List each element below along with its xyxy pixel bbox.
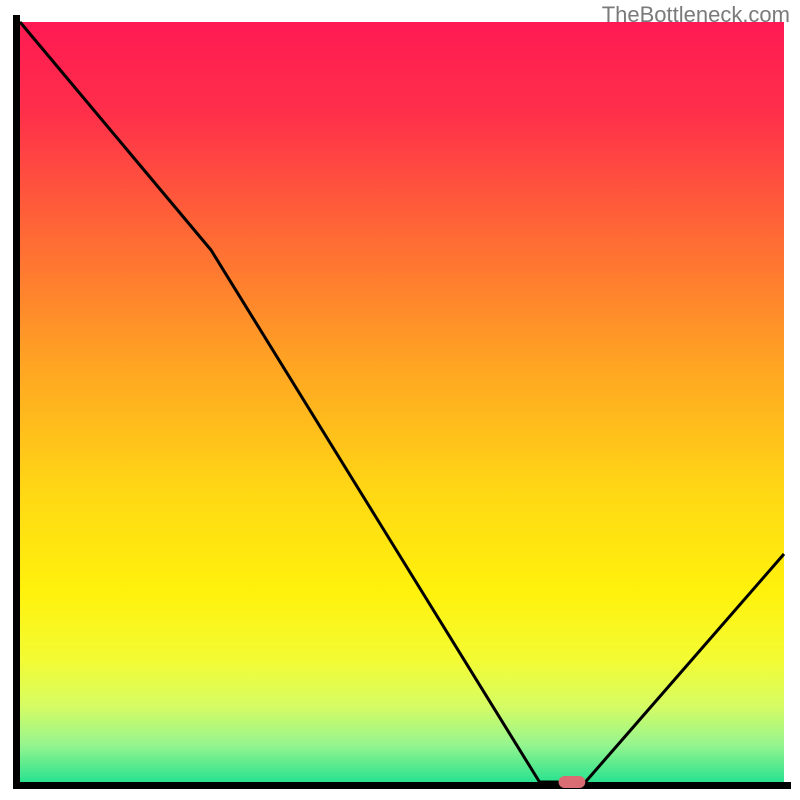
chart-background [20, 22, 784, 782]
bottleneck-chart: TheBottleneck.com [0, 0, 800, 800]
watermark-label: TheBottleneck.com [602, 2, 790, 28]
chart-svg [0, 0, 800, 800]
optimal-marker [559, 776, 586, 788]
